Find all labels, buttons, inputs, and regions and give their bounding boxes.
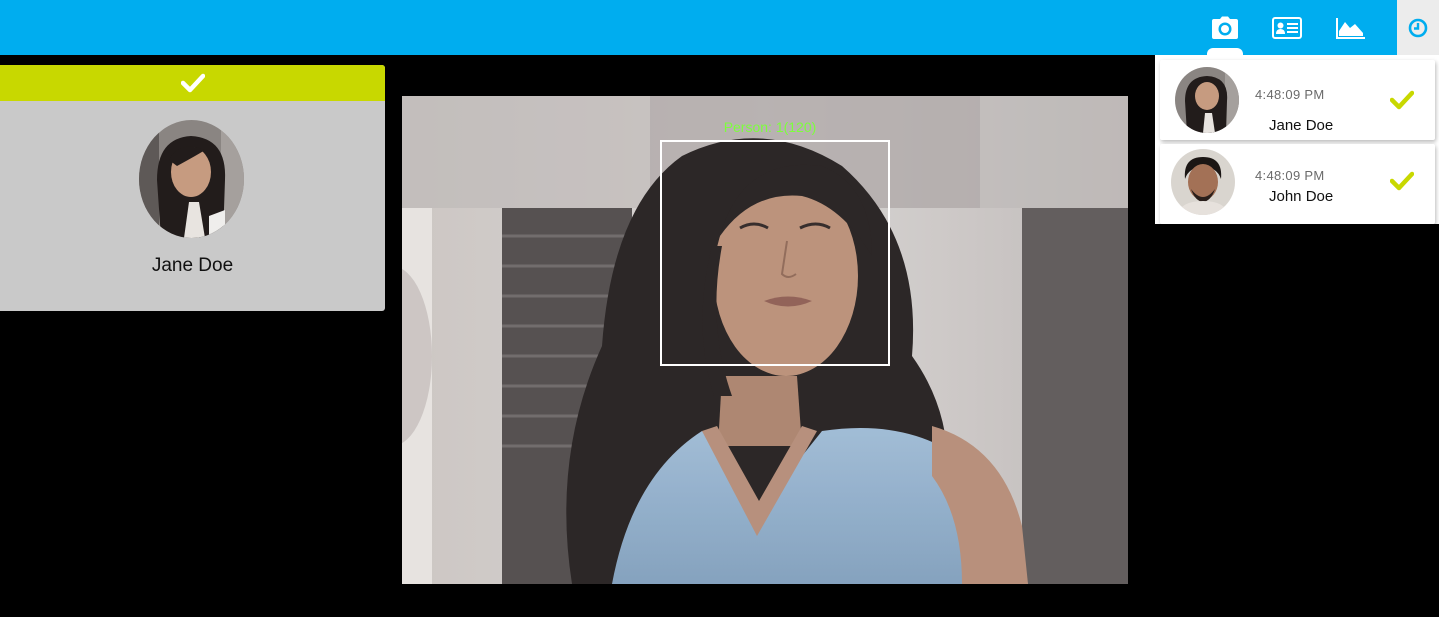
detection-time: 4:48:09 PM — [1255, 168, 1325, 183]
detected-person-name: John Doe — [1269, 188, 1334, 205]
avatar — [1175, 67, 1239, 133]
top-toolbar — [0, 0, 1397, 55]
list-item[interactable]: 4:48:09 PM John Doe — [1160, 144, 1435, 224]
camera-icon — [1212, 16, 1238, 39]
detected-person-name: Jane Doe — [1269, 117, 1334, 134]
check-icon — [180, 73, 205, 93]
face-recognition-app: Jane Doe Person: 1(120) 4:48:09 PM Jane … — [0, 0, 1439, 617]
history-button[interactable] — [1397, 0, 1439, 55]
statistics-tab[interactable] — [1325, 0, 1377, 55]
recognized-person-name: Jane Doe — [151, 255, 234, 276]
recognition-result-card: Jane Doe — [0, 65, 385, 311]
list-item[interactable]: 4:48:09 PM Jane Doe — [1160, 60, 1435, 140]
persons-tab[interactable] — [1261, 0, 1313, 55]
detection-time: 4:48:09 PM — [1255, 87, 1325, 102]
id-card-icon — [1272, 16, 1302, 39]
camera-feed: Person: 1(120) — [402, 96, 1128, 584]
face-detection-box — [660, 140, 890, 366]
avatar — [1171, 149, 1235, 215]
check-icon — [1390, 90, 1414, 110]
match-status-bar — [0, 65, 385, 101]
check-icon — [1390, 171, 1414, 191]
clock-icon — [1408, 18, 1428, 37]
recent-detections-panel: 4:48:09 PM Jane Doe 4:48:09 PM John Doe — [1155, 55, 1439, 224]
face-detection-label: Person: 1(120) — [723, 119, 817, 135]
avatar — [139, 120, 244, 238]
camera-tab[interactable] — [1199, 0, 1251, 55]
area-chart-icon — [1336, 17, 1365, 39]
